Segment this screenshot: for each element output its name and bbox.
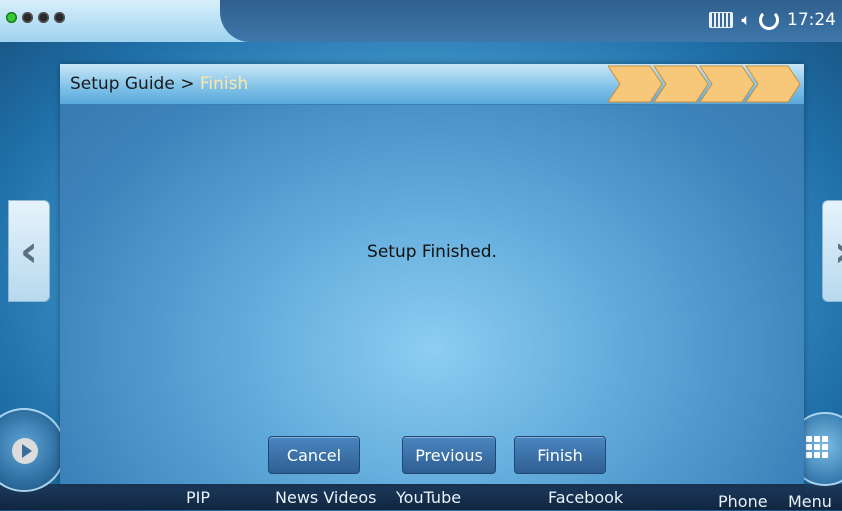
bottom-item-youtube[interactable]: YouTube — [396, 488, 461, 507]
status-dot-icon — [6, 12, 17, 23]
keyboard-icon[interactable] — [709, 12, 734, 28]
status-dot-icon — [38, 12, 49, 23]
status-dot-icon — [54, 12, 65, 23]
play-icon — [12, 438, 38, 464]
previous-page-arrow-icon[interactable]: ‹ — [8, 200, 50, 302]
step-progress-indicator — [608, 65, 801, 103]
indicator-dots — [6, 12, 65, 23]
status-bar: 🔈︎ 17:24 — [0, 0, 842, 42]
next-page-arrow-icon[interactable]: › — [822, 200, 842, 302]
step-chevron-icon — [608, 65, 663, 103]
volume-icon[interactable]: 🔈︎ — [741, 10, 751, 30]
bottom-item-news-videos[interactable]: News Videos — [275, 488, 376, 507]
cancel-button[interactable]: Cancel — [268, 436, 360, 474]
status-right: 🔈︎ 17:24 — [709, 10, 836, 30]
breadcrumb-current: Finish — [199, 74, 249, 94]
bottom-item-pip[interactable]: PIP — [186, 488, 210, 507]
sync-icon[interactable] — [759, 10, 779, 30]
breadcrumb-parent: Setup Guide > — [70, 74, 195, 94]
setup-guide-dialog: Setup Guide > Finish Setup Finished. Can… — [60, 64, 804, 484]
breadcrumb: Setup Guide > Finish — [70, 74, 248, 94]
bottom-item-menu[interactable]: Menu — [788, 492, 832, 511]
media-button[interactable] — [0, 408, 66, 492]
menu-grid-icon — [806, 436, 828, 458]
dialog-header: Setup Guide > Finish — [60, 64, 804, 105]
setup-finished-message: Setup Finished. — [367, 242, 497, 262]
bottom-item-facebook[interactable]: Facebook — [548, 488, 623, 507]
previous-button[interactable]: Previous — [402, 436, 496, 474]
status-dot-icon — [22, 12, 33, 23]
bottom-item-phone[interactable]: Phone — [718, 492, 768, 511]
clock: 17:24 — [787, 10, 836, 30]
finish-button[interactable]: Finish — [514, 436, 606, 474]
